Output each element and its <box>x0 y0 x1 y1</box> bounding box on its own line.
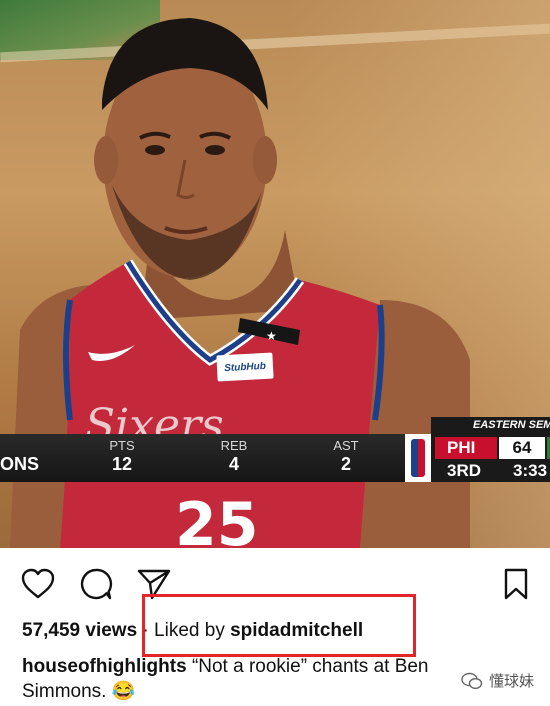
like-button[interactable] <box>20 566 56 602</box>
caption-username[interactable]: houseofhighlights <box>22 656 187 677</box>
score-row: PHI 64 <box>431 437 550 459</box>
watermark: 懂球妹 <box>461 670 534 691</box>
player-stats-bar: ONS PTS 12 REB 4 AST 2 <box>0 434 405 482</box>
stat-points: PTS 12 <box>92 438 152 475</box>
stat-value: 4 <box>228 454 239 474</box>
game-clock: 3:33 <box>513 461 548 480</box>
wechat-icon <box>461 672 483 689</box>
player-name: ONS <box>0 454 40 474</box>
stubhub-patch: StubHub <box>216 352 274 382</box>
bookmark-icon <box>504 568 528 600</box>
svg-text:25: 25 <box>175 490 259 548</box>
instagram-post: ★ Sixers 25 StubHub ONS PTS 12 REB 4 AST… <box>0 0 550 706</box>
stat-value: 2 <box>340 454 351 474</box>
team-abbr: PHI <box>435 437 497 459</box>
stat-label: AST <box>333 438 359 453</box>
svg-text:★: ★ <box>266 329 277 343</box>
stubhub-label: StubHub <box>223 360 267 374</box>
scoreboard: EASTERN SEMI PHI 64 3RD 3:33 <box>431 417 550 482</box>
post-video[interactable]: ★ Sixers 25 StubHub ONS PTS 12 REB 4 AST… <box>0 0 550 548</box>
highlight-annotation-box <box>142 594 416 657</box>
post-caption: houseofhighlights “Not a rookie” chants … <box>22 654 492 704</box>
watermark-text: 懂球妹 <box>488 673 534 690</box>
conference-label: EASTERN SEMI <box>473 419 550 431</box>
comment-button[interactable] <box>78 566 114 602</box>
stat-label: REB <box>220 438 248 453</box>
heart-icon <box>21 568 55 599</box>
save-button[interactable] <box>498 566 534 602</box>
stat-label: PTS <box>109 438 135 453</box>
stat-value: 12 <box>111 454 133 474</box>
stat-rebounds: REB 4 <box>204 438 264 475</box>
nba-logo-icon <box>405 434 431 482</box>
stat-assists: AST 2 <box>316 438 376 475</box>
game-period: 3RD <box>447 461 482 480</box>
view-count[interactable]: 57,459 views <box>22 620 137 641</box>
team-score: 64 <box>499 437 545 459</box>
comment-icon <box>80 568 113 600</box>
